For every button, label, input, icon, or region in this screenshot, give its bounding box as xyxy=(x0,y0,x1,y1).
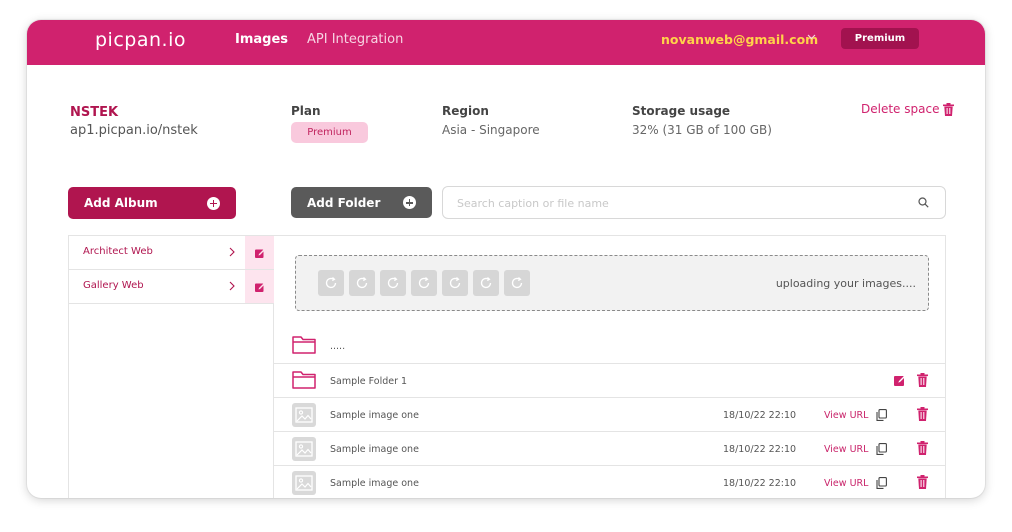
trash-icon[interactable] xyxy=(917,407,928,421)
chevron-down-icon[interactable] xyxy=(807,34,816,40)
album-name: Architect Web xyxy=(83,246,153,257)
folder-name: Sample Folder 1 xyxy=(330,376,408,387)
region-value: Asia - Singapore xyxy=(442,123,540,137)
copy-icon[interactable] xyxy=(876,443,887,455)
folder-row[interactable]: Sample Folder 1 xyxy=(274,363,945,397)
image-row[interactable]: Sample image one 18/10/22 22:10 View URL xyxy=(274,397,945,431)
add-album-label: Add Album xyxy=(84,196,158,210)
loading-spinner-icon xyxy=(318,270,344,296)
image-date: 18/10/22 22:10 xyxy=(723,410,797,421)
album-item-architect-web[interactable]: Architect Web xyxy=(69,236,274,270)
space-name: NSTEK xyxy=(70,105,119,120)
edit-icon[interactable] xyxy=(894,374,906,386)
search-input[interactable] xyxy=(457,194,897,212)
space-url: ap1.picpan.io/nstek xyxy=(70,123,198,138)
copy-icon[interactable] xyxy=(876,409,887,421)
folder-icon xyxy=(292,336,316,354)
plus-circle-icon xyxy=(403,196,416,209)
image-placeholder-icon xyxy=(292,471,316,495)
loading-spinner-icon xyxy=(504,270,530,296)
storage-value: 32% (31 GB of 100 GB) xyxy=(632,123,772,137)
app-window: picpan.io Images API Integration novanwe… xyxy=(27,20,985,498)
add-folder-label: Add Folder xyxy=(307,195,381,210)
delete-space-label: Delete space xyxy=(861,102,940,116)
trash-icon[interactable] xyxy=(917,373,928,387)
view-url-link[interactable]: View URL xyxy=(824,410,868,421)
search-icon[interactable] xyxy=(918,197,929,208)
top-bar: picpan.io Images API Integration novanwe… xyxy=(27,20,985,65)
view-url-link[interactable]: View URL xyxy=(824,478,868,489)
upload-progress-box: uploading your images.... xyxy=(295,255,929,311)
image-date: 18/10/22 22:10 xyxy=(723,478,797,489)
edit-icon xyxy=(254,248,265,258)
storage-label: Storage usage xyxy=(632,104,731,118)
add-album-button[interactable]: Add Album xyxy=(68,187,236,219)
chevron-right-icon xyxy=(229,281,235,291)
image-row[interactable]: Sample image one 18/10/22 22:10 View URL xyxy=(274,431,945,465)
parent-folder-row[interactable]: ..... xyxy=(274,329,945,363)
loading-spinner-icon xyxy=(349,270,375,296)
trash-icon[interactable] xyxy=(917,441,928,455)
user-email-menu[interactable]: novanweb@gmail.com xyxy=(661,32,818,47)
loading-spinner-icon xyxy=(473,270,499,296)
nav-images[interactable]: Images xyxy=(235,32,288,47)
parent-folder-label: ..... xyxy=(330,341,346,352)
image-name: Sample image one xyxy=(330,478,419,489)
image-placeholder-icon xyxy=(292,403,316,427)
edit-album-button[interactable] xyxy=(245,236,274,269)
file-browser: uploading your images.... ..... Sample F… xyxy=(274,235,946,498)
plan-label: Plan xyxy=(291,104,321,118)
image-date: 18/10/22 22:10 xyxy=(723,444,797,455)
plan-badge: Premium xyxy=(291,122,368,143)
region-label: Region xyxy=(442,104,489,118)
loading-spinner-icon xyxy=(380,270,406,296)
upload-spinners xyxy=(318,270,530,296)
image-name: Sample image one xyxy=(330,410,419,421)
copy-icon[interactable] xyxy=(876,477,887,489)
loading-spinner-icon xyxy=(442,270,468,296)
album-item-gallery-web[interactable]: Gallery Web xyxy=(69,270,274,304)
add-folder-button[interactable]: Add Folder xyxy=(291,187,432,218)
trash-icon xyxy=(943,102,955,116)
logo[interactable]: picpan.io xyxy=(95,29,186,51)
premium-button[interactable]: Premium xyxy=(841,28,919,49)
folder-icon xyxy=(292,371,316,389)
upload-status-text: uploading your images.... xyxy=(775,277,916,290)
delete-space-button[interactable]: Delete space xyxy=(861,102,955,116)
edit-album-button[interactable] xyxy=(245,270,274,303)
edit-icon xyxy=(254,282,265,292)
image-row[interactable]: Sample image one 18/10/22 22:10 View URL xyxy=(274,465,945,498)
chevron-right-icon xyxy=(229,247,235,257)
album-name: Gallery Web xyxy=(83,280,144,291)
search-box xyxy=(442,186,946,219)
album-sidebar: Architect Web Gallery Web xyxy=(68,235,274,498)
nav-api-integration[interactable]: API Integration xyxy=(307,32,403,47)
image-placeholder-icon xyxy=(292,437,316,461)
image-name: Sample image one xyxy=(330,444,419,455)
trash-icon[interactable] xyxy=(917,475,928,489)
plus-circle-icon xyxy=(207,196,220,210)
view-url-link[interactable]: View URL xyxy=(824,444,868,455)
loading-spinner-icon xyxy=(411,270,437,296)
